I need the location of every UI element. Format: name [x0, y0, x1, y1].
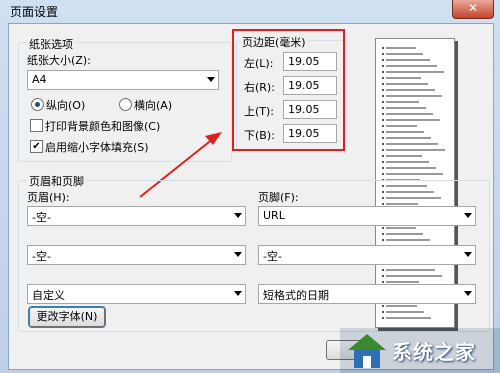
- preview-line: [386, 119, 440, 121]
- title-bar[interactable]: 页面设置 ✕: [0, 0, 500, 22]
- preview-line: [386, 89, 435, 91]
- chevron-down-icon: [464, 213, 472, 218]
- landscape-label[interactable]: 横向(A): [134, 97, 172, 113]
- header-select-2[interactable]: -空-: [27, 245, 246, 265]
- footer-label: 页脚(F):: [258, 191, 299, 204]
- chevron-down-icon: [234, 291, 242, 296]
- shrink-to-fit-checkbox[interactable]: ✔: [30, 140, 43, 153]
- chevron-down-icon: [234, 213, 242, 218]
- preview-bullet: [382, 143, 384, 145]
- header-select-2-value: -空-: [32, 250, 51, 263]
- paper-size-label: 纸张大小(Z):: [27, 54, 91, 67]
- preview-bullet: [382, 155, 384, 157]
- preview-line: [386, 77, 421, 79]
- preview-line: [386, 101, 419, 103]
- preview-line: [386, 143, 438, 145]
- footer-select-1-value: URL: [263, 209, 285, 222]
- preview-line: [386, 149, 445, 151]
- change-font-button[interactable]: 更改字体(N): [28, 306, 106, 328]
- portrait-label[interactable]: 纵向(O): [46, 97, 85, 113]
- footer-select-2[interactable]: -空-: [258, 245, 476, 265]
- watermark-text: 系统之家: [392, 340, 476, 364]
- paper-size-select[interactable]: A4: [27, 70, 219, 90]
- preview-bullet: [382, 107, 384, 109]
- paper-size-value: A4: [32, 73, 47, 86]
- preview-line: [386, 83, 428, 85]
- preview-bullet: [382, 71, 384, 73]
- preview-bullet: [382, 95, 384, 97]
- preview-bullet: [382, 59, 384, 61]
- preview-bullet: [382, 53, 384, 55]
- header-select-3-value: 自定义: [32, 289, 65, 302]
- footer-select-1[interactable]: URL: [258, 206, 476, 226]
- preview-bullet: [382, 77, 384, 79]
- header-label: 页眉(H):: [27, 191, 70, 204]
- preview-bullet: [382, 119, 384, 121]
- preview-bullet: [382, 161, 384, 163]
- paper-options-label: 纸张选项: [27, 36, 75, 52]
- preview-line: [386, 47, 416, 49]
- preview-line: [386, 131, 424, 133]
- chevron-down-icon: [464, 291, 472, 296]
- chevron-down-icon: [234, 252, 242, 257]
- header-footer-label: 页眉和页脚: [27, 173, 86, 189]
- shrink-to-fit-label[interactable]: 启用缩小字体填充(S): [45, 139, 149, 155]
- preview-bullet: [382, 89, 384, 91]
- chevron-down-icon: [464, 252, 472, 257]
- preview-bullet: [382, 125, 384, 127]
- annotation-highlight-box: [232, 29, 345, 151]
- portrait-radio[interactable]: [31, 98, 44, 111]
- chevron-down-icon: [207, 77, 215, 82]
- preview-bullet: [382, 137, 384, 139]
- preview-line: [386, 125, 417, 127]
- preview-line: [386, 107, 426, 109]
- header-select-3[interactable]: 自定义: [27, 284, 246, 304]
- preview-line: [386, 113, 433, 115]
- preview-bullet: [382, 131, 384, 133]
- print-background-label[interactable]: 打印背景颜色和图像(C): [45, 118, 160, 134]
- preview-bullet: [382, 83, 384, 85]
- page-setup-window: 页面设置 ✕ 纸张选项 纸张大小(Z): A4 纵向(O) 横向(A) 打印背景…: [0, 0, 500, 373]
- preview-bullet: [382, 173, 384, 175]
- preview-bullet: [382, 47, 384, 49]
- header-select-1[interactable]: -空-: [27, 206, 246, 226]
- preview-bullet: [382, 167, 384, 169]
- preview-line: [386, 59, 430, 61]
- house-logo-icon: [348, 334, 386, 368]
- preview-line: [386, 173, 443, 175]
- preview-bullet: [382, 149, 384, 151]
- preview-bullet: [382, 65, 384, 67]
- preview-line: [386, 167, 436, 169]
- footer-select-2-value: -空-: [263, 250, 282, 263]
- print-background-checkbox[interactable]: [30, 119, 43, 132]
- preview-line: [386, 155, 422, 157]
- footer-select-3-value: 短格式的日期: [263, 289, 329, 302]
- preview-line: [386, 53, 423, 55]
- header-select-1-value: -空-: [32, 211, 51, 224]
- landscape-radio[interactable]: [119, 98, 132, 111]
- window-title: 页面设置: [10, 5, 59, 19]
- preview-line: [386, 71, 444, 73]
- footer-select-3[interactable]: 短格式的日期: [258, 284, 476, 304]
- preview-bullet: [382, 113, 384, 115]
- preview-line: [386, 95, 442, 97]
- preview-line: [386, 137, 431, 139]
- preview-line: [386, 65, 437, 67]
- preview-bullet: [382, 101, 384, 103]
- preview-line: [386, 161, 429, 163]
- close-button[interactable]: ✕: [452, 0, 494, 19]
